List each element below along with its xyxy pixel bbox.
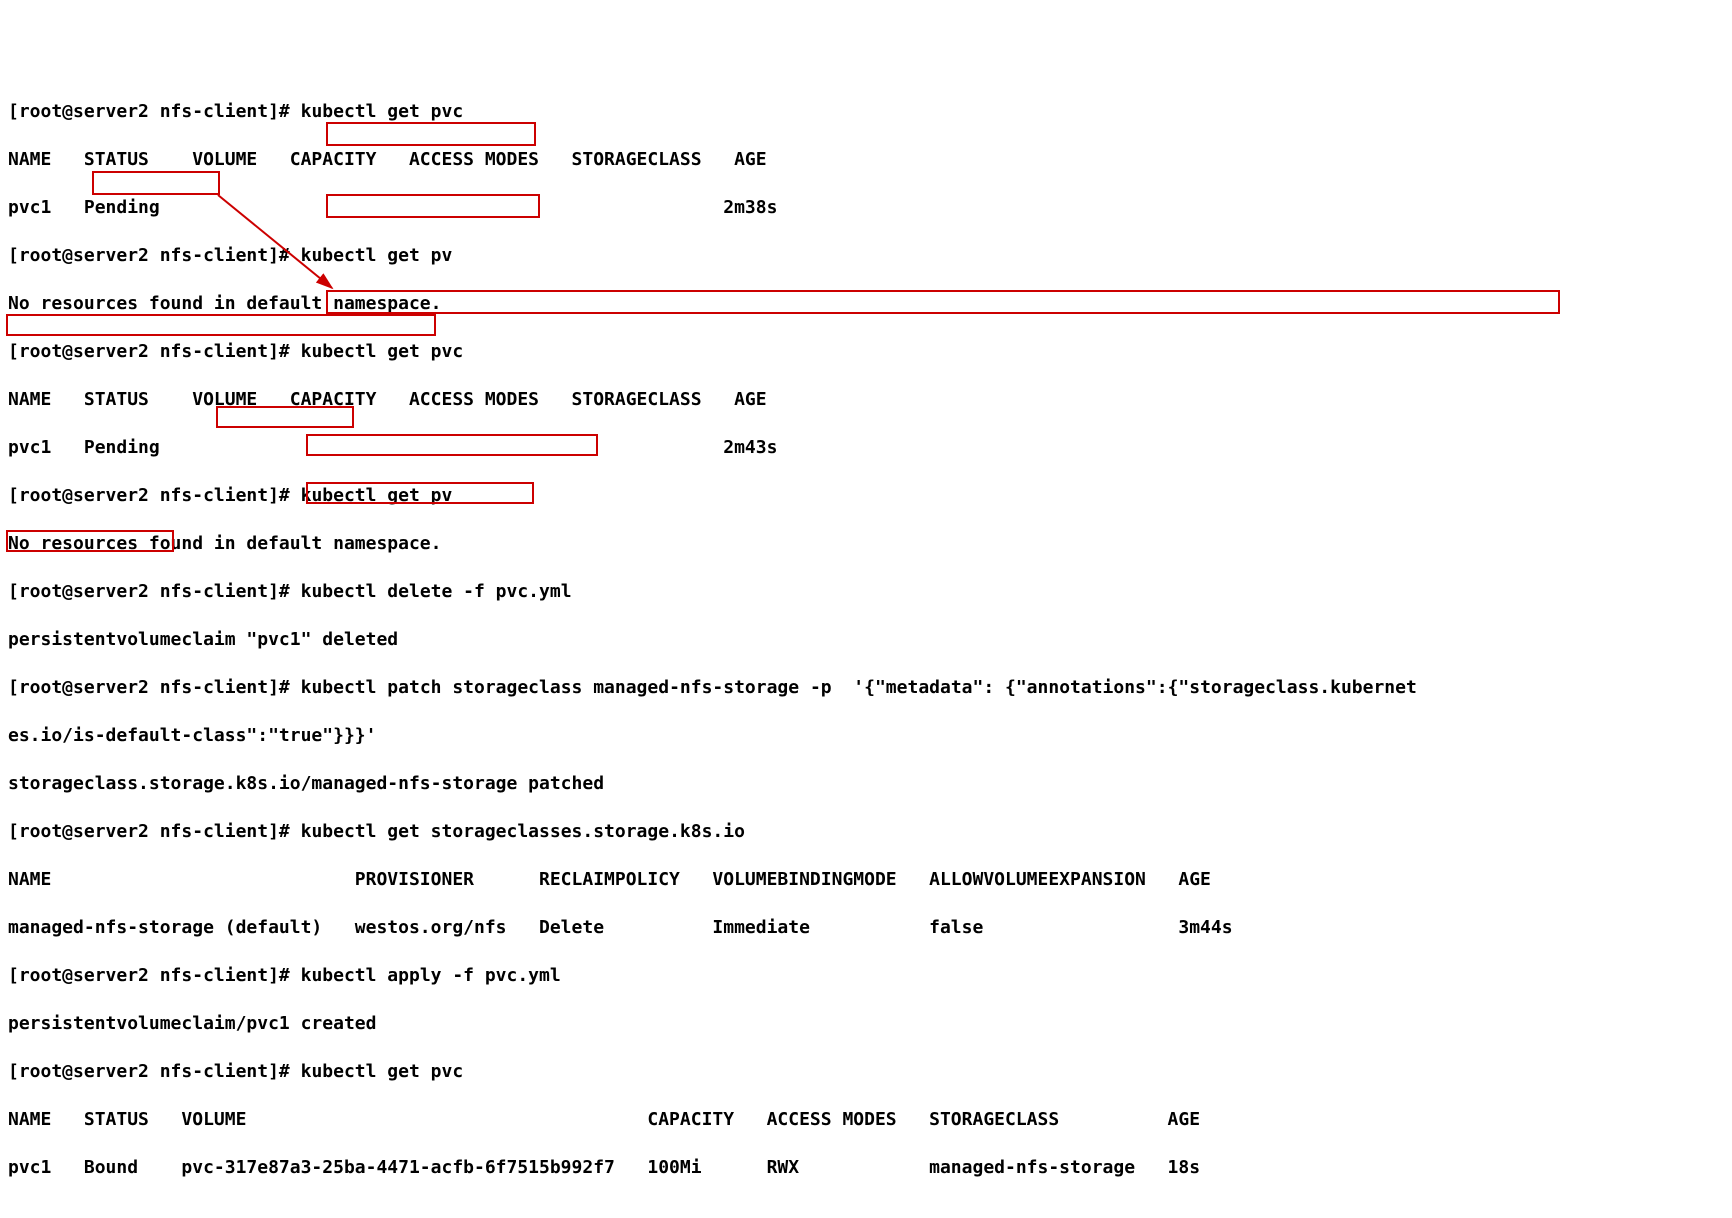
command-text: kubectl delete -f pvc.yml (301, 581, 572, 602)
command-text: kubectl get pvc (301, 101, 464, 122)
prompt: [root@server2 nfs-client]# (8, 1061, 301, 1082)
output-text: storageclass.storage.k8s.io/managed-nfs-… (8, 772, 1724, 796)
terminal-line: [root@server2 nfs-client]# kubectl get p… (8, 100, 1724, 124)
output-text: persistentvolumeclaim/pvc1 created (8, 1012, 1724, 1036)
prompt: [root@server2 nfs-client]# (8, 341, 301, 362)
terminal-line: [root@server2 nfs-client]# kubectl delet… (8, 580, 1724, 604)
table-header: NAME STATUS VOLUME CAPACITY ACCESS MODES… (8, 148, 1724, 172)
command-text: kubectl get pvc (301, 1061, 464, 1082)
terminal-line: [root@server2 nfs-client]# kubectl apply… (8, 964, 1724, 988)
prompt: [root@server2 nfs-client]# (8, 581, 301, 602)
terminal-line: [root@server2 nfs-client]# kubectl get p… (8, 1060, 1724, 1084)
terminal-line: [root@server2 nfs-client]# kubectl patch… (8, 676, 1724, 700)
command-text: kubectl get pv (301, 245, 453, 266)
command-text: kubectl get pvc (301, 341, 464, 362)
prompt: [root@server2 nfs-client]# (8, 245, 301, 266)
prompt: [root@server2 nfs-client]# (8, 677, 301, 698)
prompt: [root@server2 nfs-client]# (8, 485, 301, 506)
table-header: NAME STATUS VOLUME CAPACITY ACCESS MODES… (8, 1108, 1724, 1132)
command-text: kubectl get pv (301, 485, 453, 506)
command-text: kubectl patch storageclass managed-nfs-s… (301, 677, 1417, 698)
terminal-line: [root@server2 nfs-client]# kubectl get p… (8, 340, 1724, 364)
command-text: kubectl get storageclasses.storage.k8s.i… (301, 821, 745, 842)
highlight-box (92, 171, 220, 195)
terminal-line: [root@server2 nfs-client]# kubectl get s… (8, 820, 1724, 844)
table-header: NAME PROVISIONER RECLAIMPOLICY VOLUMEBIN… (8, 868, 1724, 892)
table-row: pvc1 Pending 2m38s (8, 196, 1724, 220)
table-row: pvc1 Bound pvc-317e87a3-25ba-4471-acfb-6… (8, 1156, 1724, 1180)
output-text: persistentvolumeclaim "pvc1" deleted (8, 628, 1724, 652)
prompt: [root@server2 nfs-client]# (8, 821, 301, 842)
output-text: No resources found in default namespace. (8, 292, 1724, 316)
highlight-box (6, 314, 436, 336)
prompt: [root@server2 nfs-client]# (8, 965, 301, 986)
table-header: NAME STATUS VOLUME CAPACITY ACCESS MODES… (8, 388, 1724, 412)
output-text: No resources found in default namespace. (8, 532, 1724, 556)
terminal-line: [root@server2 nfs-client]# kubectl get p… (8, 244, 1724, 268)
prompt: [root@server2 nfs-client]# (8, 101, 301, 122)
table-row: pvc1 Pending 2m43s (8, 436, 1724, 460)
table-row: managed-nfs-storage (default) westos.org… (8, 916, 1724, 940)
command-text: kubectl apply -f pvc.yml (301, 965, 561, 986)
terminal-line: [root@server2 nfs-client]# kubectl get p… (8, 484, 1724, 508)
command-text-cont: es.io/is-default-class":"true"}}}' (8, 724, 1724, 748)
highlight-box (326, 122, 536, 146)
